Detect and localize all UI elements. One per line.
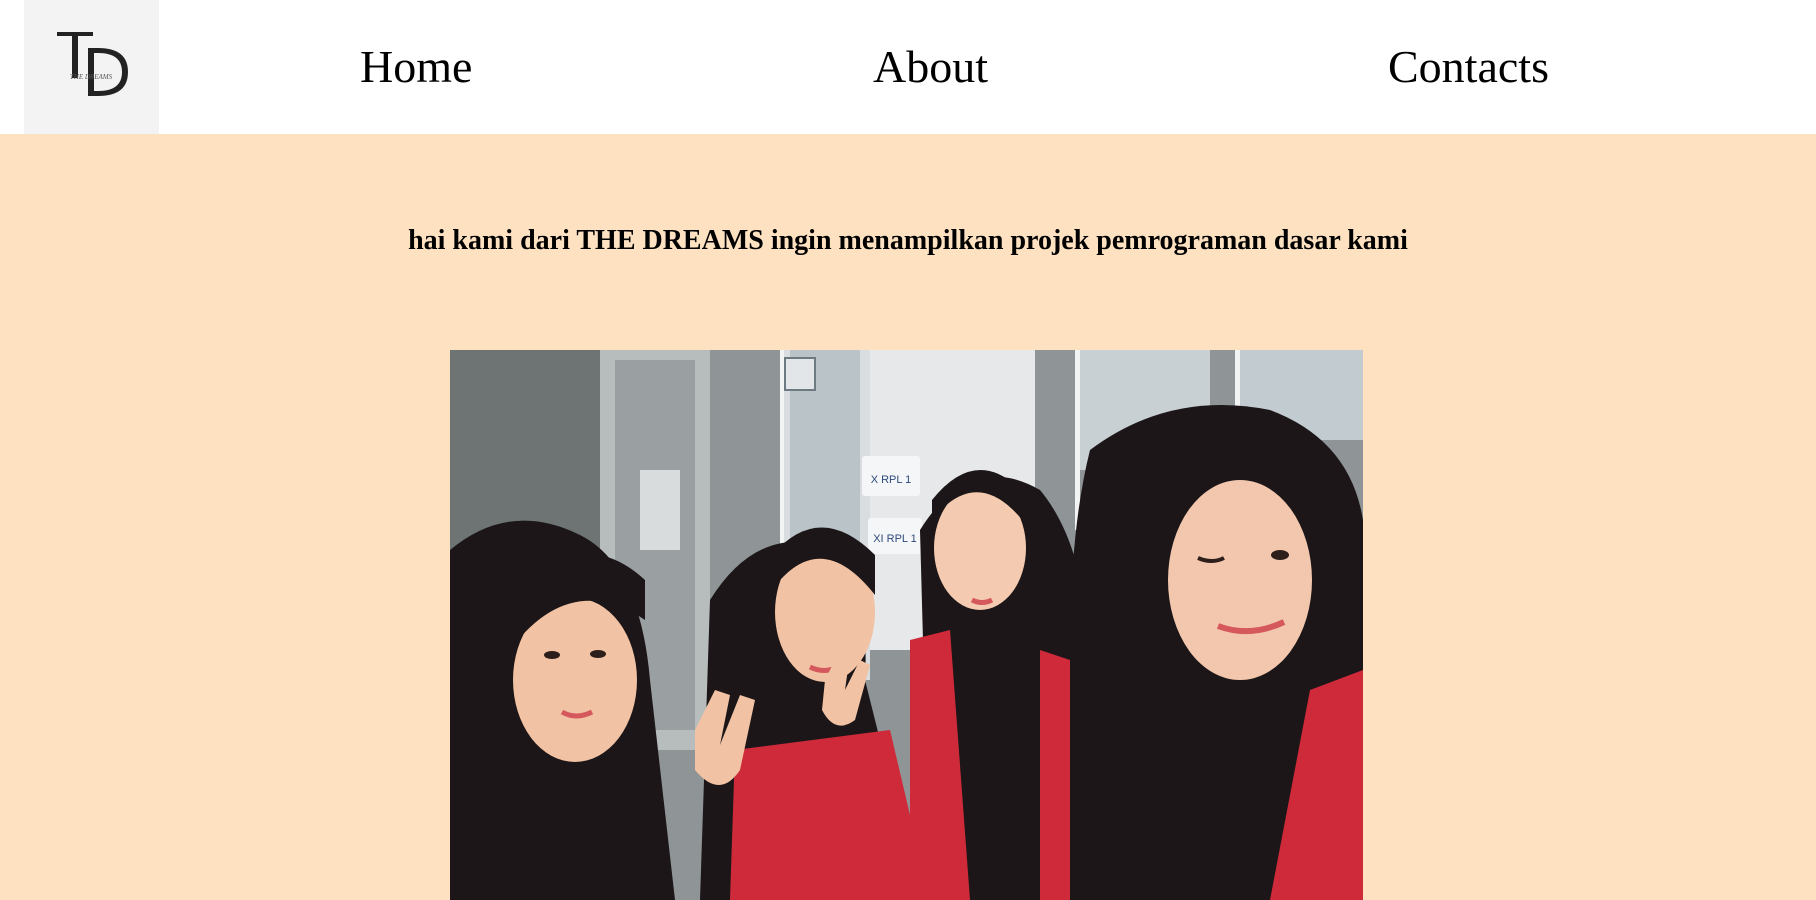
nav-contacts-link[interactable]: Contacts	[1388, 40, 1549, 94]
person-4	[1070, 405, 1363, 900]
group-photo: X RPL 1 XI RPL 1	[450, 350, 1363, 900]
intro-heading: hai kami dari THE DREAMS ingin menampilk…	[408, 225, 1408, 256]
logo-mark: THE DREAMS	[57, 32, 128, 96]
door-sign-2: XI RPL 1	[868, 518, 922, 554]
site-header: THE DREAMS Home About Contacts	[0, 0, 1816, 134]
group-photo-illustration: X RPL 1 XI RPL 1	[450, 350, 1363, 900]
nav-home-link[interactable]: Home	[360, 40, 472, 94]
door-sign-2-label: XI RPL 1	[873, 533, 917, 545]
person-1	[450, 520, 675, 900]
nav-about-link[interactable]: About	[873, 40, 988, 94]
logo[interactable]: THE DREAMS	[24, 0, 159, 134]
door-sign-1: X RPL 1	[862, 456, 920, 496]
logo-tagline: THE DREAMS	[70, 73, 113, 81]
door-sign-1-label: X RPL 1	[871, 474, 912, 486]
